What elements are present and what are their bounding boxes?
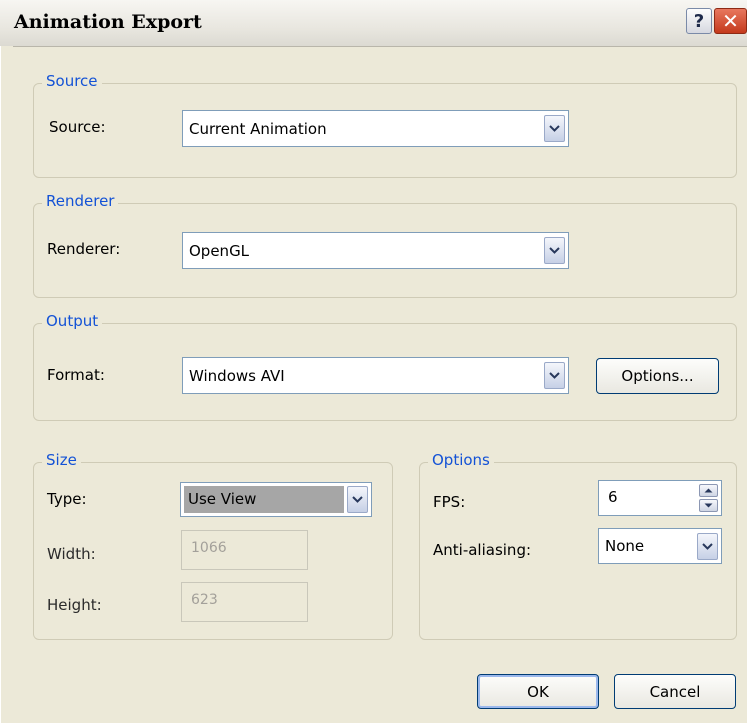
ok-button[interactable]: OK [477,674,599,709]
format-combo[interactable]: Windows AVI [182,357,569,394]
width-label: Width: [47,545,96,563]
renderer-combo[interactable]: OpenGL [182,232,569,269]
chevron-down-icon[interactable] [347,486,368,513]
format-label: Format: [47,366,105,384]
close-icon: ✕ [722,9,739,33]
title-bar[interactable]: Animation Export ? ✕ [0,0,747,47]
height-field: 623 [181,582,308,622]
type-label: Type: [47,490,87,508]
options-group-label: Options [428,451,494,469]
fps-stepper[interactable]: 6 [598,480,722,516]
arrow-up-icon[interactable] [699,484,718,497]
cancel-button[interactable]: Cancel [614,674,736,709]
type-combo-value: Use View [184,486,344,513]
renderer-label: Renderer: [47,240,121,258]
chevron-down-icon[interactable] [544,362,565,389]
height-label: Height: [47,596,102,614]
chevron-down-icon[interactable] [697,532,718,560]
chevron-down-icon[interactable] [544,237,565,264]
output-group-label: Output [42,312,103,330]
width-field: 1066 [181,530,308,570]
options-button[interactable]: Options... [596,358,719,394]
type-combo[interactable]: Use View [180,482,372,517]
anti-aliasing-label: Anti-aliasing: [433,541,532,559]
size-group-label: Size [42,451,81,469]
chevron-down-icon[interactable] [544,115,565,142]
format-combo-value: Windows AVI [189,366,285,385]
window-frame [0,46,13,723]
help-button[interactable]: ? [686,8,712,34]
arrow-down-icon[interactable] [699,499,718,512]
source-label: Source: [49,118,106,136]
renderer-combo-value: OpenGL [189,241,250,260]
source-combo-value: Current Animation [189,119,327,138]
window-title: Animation Export [14,11,202,33]
source-combo[interactable]: Current Animation [182,110,569,147]
anti-aliasing-combo[interactable]: None [598,528,722,564]
fps-value: 6 [608,488,618,506]
anti-aliasing-value: None [605,537,645,555]
help-icon: ? [693,10,705,32]
source-group-label: Source [42,72,102,90]
close-button[interactable]: ✕ [714,8,747,34]
fps-label: FPS: [433,493,466,511]
renderer-group-label: Renderer [42,192,119,210]
